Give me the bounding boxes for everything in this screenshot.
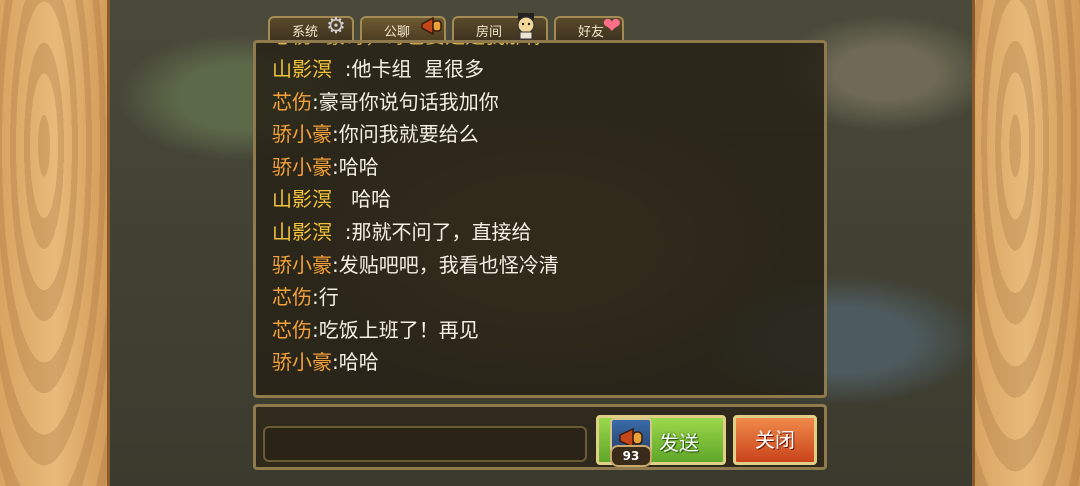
close-button[interactable]: 关闭: [733, 415, 817, 465]
tab-room[interactable]: 房间: [452, 13, 548, 42]
separator: :: [312, 89, 319, 114]
tab-system[interactable]: 系统 ⚙: [268, 14, 354, 42]
horn-icon: [418, 12, 446, 40]
separator: :: [332, 122, 339, 147]
message-text: 发贴吧吧，我看也怪冷清: [338, 252, 559, 277]
send-label: 发送: [659, 431, 699, 455]
message-text: 豪哥你说句话我加你: [318, 89, 499, 114]
separator: [332, 187, 351, 211]
message-text: 他卡组 星很多: [351, 57, 485, 81]
sender-name[interactable]: 山影溟: [272, 220, 332, 244]
chat-message: 芯伤:行: [272, 281, 814, 314]
chat-input[interactable]: [263, 426, 587, 462]
character-icon: [512, 12, 540, 40]
tab-friends[interactable]: 好友 ❤: [554, 14, 624, 42]
left-wood-panel: [0, 0, 110, 486]
sender-name[interactable]: 芯伤: [272, 285, 312, 309]
chat-message: 骄小豪:你问我就要给么: [272, 118, 814, 151]
right-wood-panel: [972, 0, 1080, 486]
message-text: 哈哈: [338, 154, 379, 179]
chat-message: 芯伤:豪哥你说句话我加你: [272, 86, 814, 119]
tab-label: 系统: [292, 24, 319, 40]
sender-name[interactable]: 骄小豪: [272, 122, 332, 146]
message-text: 哈哈: [351, 187, 392, 212]
separator: :: [332, 57, 352, 81]
separator: :: [332, 154, 339, 179]
separator: :: [332, 219, 352, 244]
chat-message: 山影溟 哈哈: [272, 183, 814, 216]
sender-name[interactable]: 山影溟: [272, 187, 332, 211]
separator: :: [332, 350, 339, 375]
chat-message: 芯伤:吃饭上班了！再见: [272, 314, 814, 347]
sender-name[interactable]: 骄小豪: [272, 155, 332, 179]
heart-icon: ❤: [602, 13, 622, 39]
separator: :: [312, 317, 319, 342]
message-text: 吃饭上班了！再见: [318, 317, 479, 342]
separator: :: [332, 252, 339, 277]
sender-name[interactable]: 芯伤: [272, 318, 312, 342]
separator: :: [312, 285, 319, 310]
message-text: 那就不问了，直接给: [351, 219, 532, 244]
chat-message: 骄小豪:哈哈: [272, 346, 814, 379]
chat-message: 山影溟 :他卡组 星很多: [272, 53, 814, 86]
message-text: 行: [318, 285, 339, 310]
tab-label: 公聊: [384, 24, 411, 40]
message-text: 你问我就要给么: [338, 122, 479, 147]
sender-name[interactable]: 骄小豪: [272, 253, 332, 277]
message-text: 哈哈: [338, 350, 379, 375]
chat-message: 骄小豪:发贴吧吧，我看也怪冷清: [272, 249, 814, 282]
chat-partial-line: 芯伤: 豪哥，哥也要是是我那你: [272, 43, 814, 53]
sender-name[interactable]: 山影溟: [272, 57, 332, 81]
chat-log[interactable]: 芯伤: 豪哥，哥也要是是我那你 山影溟 :他卡组 星很多 芯伤:豪哥你说句话我加…: [253, 40, 827, 398]
tab-label: 房间: [476, 24, 503, 40]
sender-name[interactable]: 芯伤: [272, 90, 312, 114]
chat-message: 骄小豪:哈哈: [272, 151, 814, 184]
sender-name[interactable]: 骄小豪: [272, 350, 332, 374]
item-count-badge: 93: [610, 445, 652, 467]
gear-icon: ⚙: [326, 13, 346, 39]
chat-message: 山影溟 :那就不问了，直接给: [272, 216, 814, 249]
tab-public-chat[interactable]: 公聊: [360, 16, 446, 42]
